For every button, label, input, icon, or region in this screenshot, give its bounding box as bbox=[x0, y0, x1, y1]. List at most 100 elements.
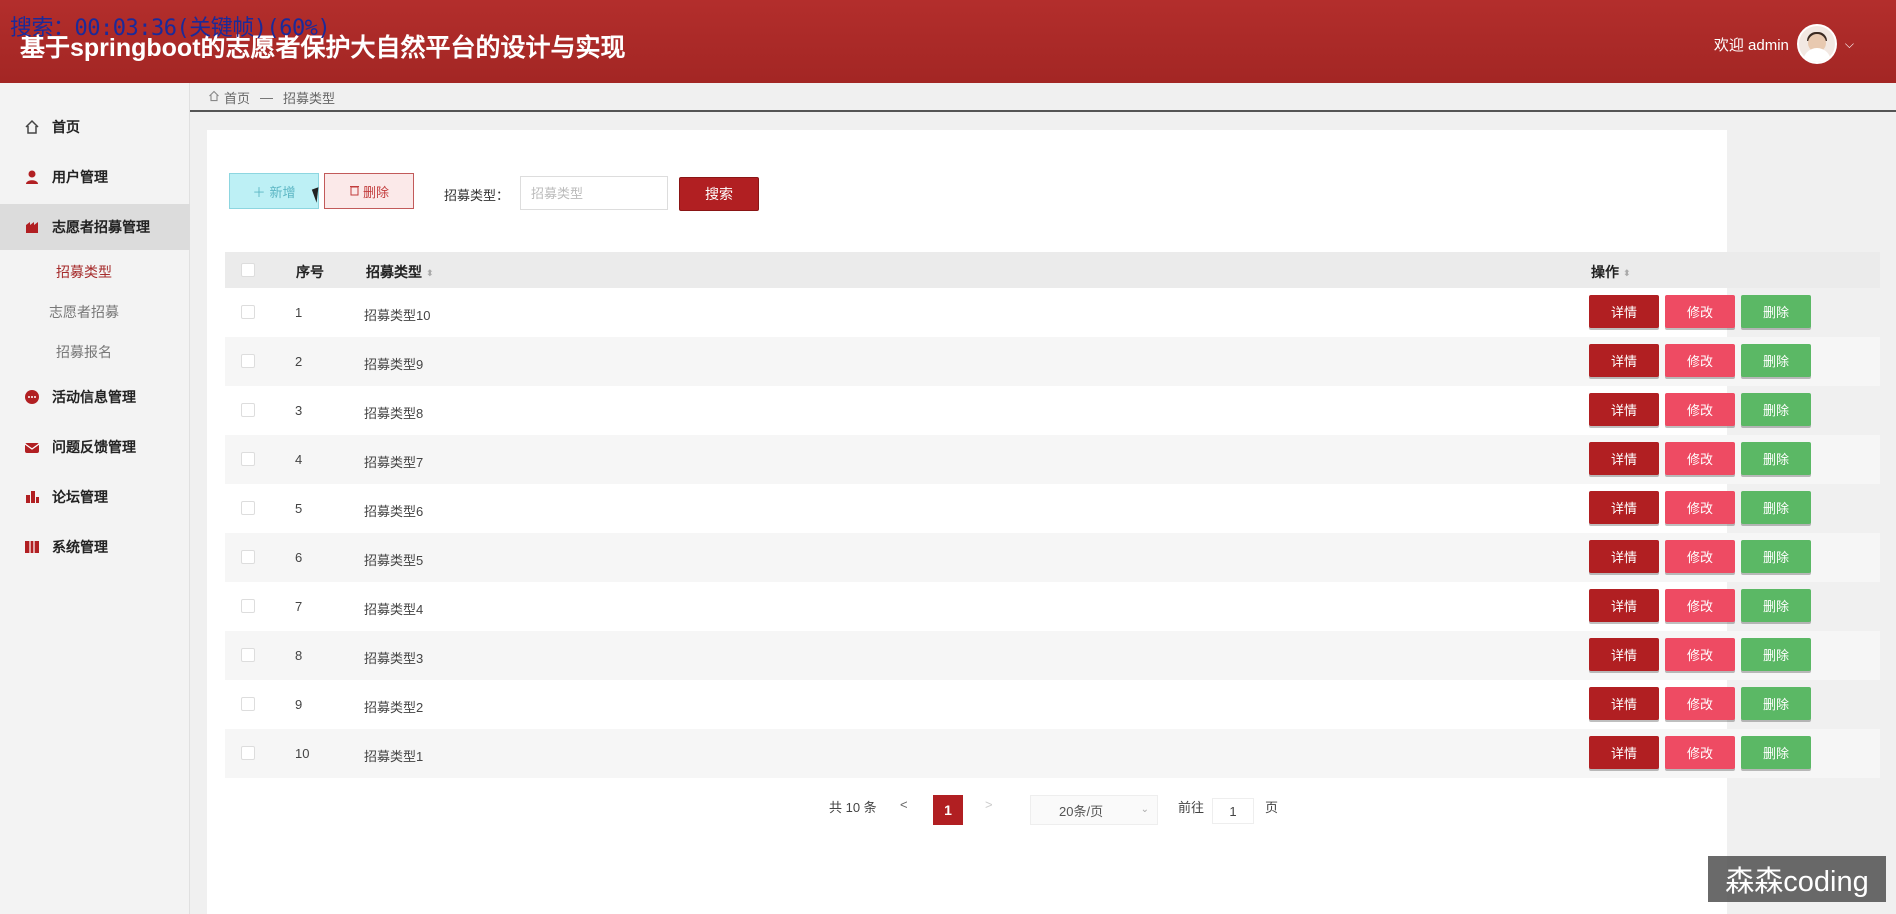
edit-button[interactable]: 修改 bbox=[1665, 736, 1735, 769]
search-input[interactable] bbox=[520, 176, 668, 210]
breadcrumb-home[interactable]: 首页 bbox=[224, 88, 250, 107]
edit-button[interactable]: 修改 bbox=[1665, 393, 1735, 426]
header-type-label: 招募类型 bbox=[366, 264, 422, 280]
detail-button[interactable]: 详情 bbox=[1589, 736, 1659, 769]
trash-icon bbox=[349, 184, 360, 199]
edit-button[interactable]: 修改 bbox=[1665, 540, 1735, 573]
goto-page-input[interactable]: 1 bbox=[1212, 798, 1254, 824]
pagination-total: 共 10 条 bbox=[829, 800, 877, 815]
detail-button[interactable]: 详情 bbox=[1589, 393, 1659, 426]
home-icon[interactable] bbox=[208, 90, 220, 105]
cell-type: 招募类型8 bbox=[364, 406, 424, 421]
feedback-icon bbox=[24, 439, 40, 455]
watermark: 森森coding bbox=[1708, 856, 1886, 902]
edit-button[interactable]: 修改 bbox=[1665, 442, 1735, 475]
delete-button-label: 删除 bbox=[362, 184, 389, 200]
breadcrumb-separator: — bbox=[260, 90, 274, 105]
cell-index: 6 bbox=[295, 550, 303, 565]
avatar[interactable] bbox=[1796, 24, 1837, 64]
edit-button[interactable]: 修改 bbox=[1665, 491, 1735, 524]
home-icon bbox=[24, 119, 40, 135]
row-checkbox[interactable] bbox=[241, 501, 255, 515]
page-number-current[interactable]: 1 bbox=[933, 795, 963, 825]
edit-button[interactable]: 修改 bbox=[1665, 295, 1735, 328]
delete-button[interactable]: 删除 bbox=[1741, 687, 1811, 720]
row-checkbox[interactable] bbox=[241, 648, 255, 662]
sidebar-item-home[interactable]: 首页 bbox=[0, 104, 190, 150]
header-actions-label: 操作 bbox=[1591, 264, 1619, 280]
add-button[interactable]: ＋ 新增 bbox=[229, 173, 319, 209]
sidebar-item-users[interactable]: 用户管理 bbox=[0, 154, 190, 200]
row-checkbox[interactable] bbox=[241, 354, 255, 368]
sidebar-item-activity[interactable]: 活动信息管理 bbox=[0, 374, 190, 420]
row-checkbox[interactable] bbox=[241, 452, 255, 466]
sidebar-item-label: 论坛管理 bbox=[52, 489, 108, 505]
row-checkbox[interactable] bbox=[241, 599, 255, 613]
edit-button[interactable]: 修改 bbox=[1665, 687, 1735, 720]
sidebar-item-label: 用户管理 bbox=[52, 169, 108, 185]
detail-button[interactable]: 详情 bbox=[1589, 295, 1659, 328]
plus-icon: ＋ bbox=[252, 184, 266, 200]
sidebar-item-system[interactable]: 系统管理 bbox=[0, 524, 190, 570]
delete-button[interactable]: 删除 bbox=[1741, 589, 1811, 622]
cell-type: 招募类型3 bbox=[364, 651, 424, 666]
header-type[interactable]: 招募类型 ⬍ bbox=[366, 262, 434, 282]
delete-button[interactable]: 删除 bbox=[1741, 442, 1811, 475]
table-row: 9 招募类型2 详情 修改 删除 bbox=[225, 680, 1880, 729]
delete-button[interactable]: 删除 bbox=[1741, 295, 1811, 328]
row-checkbox[interactable] bbox=[241, 746, 255, 760]
select-all-checkbox[interactable] bbox=[241, 263, 255, 277]
cell-type: 招募类型4 bbox=[364, 602, 424, 617]
user-menu[interactable]: 欢迎 admin ⌵ bbox=[1714, 24, 1854, 64]
cell-type: 招募类型5 bbox=[364, 553, 424, 568]
detail-button[interactable]: 详情 bbox=[1589, 491, 1659, 524]
cell-type: 招募类型6 bbox=[364, 504, 424, 519]
detail-button[interactable]: 详情 bbox=[1589, 442, 1659, 475]
cell-type: 招募类型7 bbox=[364, 455, 424, 470]
delete-button[interactable]: 删除 bbox=[1741, 638, 1811, 671]
submenu-recruit-type[interactable]: 招募类型 bbox=[0, 257, 190, 287]
cell-type: 招募类型9 bbox=[364, 357, 424, 372]
sidebar-item-feedback[interactable]: 问题反馈管理 bbox=[0, 424, 190, 470]
table-row: 10 招募类型1 详情 修改 删除 bbox=[225, 729, 1880, 778]
page-size-select[interactable]: 20条/页 ⌄ bbox=[1030, 795, 1158, 825]
delete-button[interactable]: 删除 bbox=[1741, 540, 1811, 573]
sidebar-item-label: 首页 bbox=[52, 119, 80, 135]
edit-button[interactable]: 修改 bbox=[1665, 638, 1735, 671]
breadcrumb: 首页 — 招募类型 bbox=[208, 88, 335, 107]
table-row: 5 招募类型6 详情 修改 删除 bbox=[225, 484, 1880, 533]
page-size-value: 20条/页 bbox=[1059, 803, 1104, 819]
recruit-icon bbox=[24, 219, 40, 235]
cell-index: 9 bbox=[295, 697, 303, 712]
detail-button[interactable]: 详情 bbox=[1589, 638, 1659, 671]
delete-button[interactable]: 删除 bbox=[1741, 393, 1811, 426]
prev-page-button[interactable]: < bbox=[900, 797, 908, 812]
row-checkbox[interactable] bbox=[241, 550, 255, 564]
submenu-volunteer-recruit[interactable]: 志愿者招募 bbox=[0, 297, 190, 327]
submenu-recruit-signup[interactable]: 招募报名 bbox=[0, 337, 190, 367]
edit-button[interactable]: 修改 bbox=[1665, 344, 1735, 377]
breadcrumb-current: 招募类型 bbox=[283, 91, 336, 106]
sidebar-item-recruit[interactable]: 志愿者招募管理 bbox=[0, 204, 190, 250]
sidebar-item-forum[interactable]: 论坛管理 bbox=[0, 474, 190, 520]
sidebar-item-label: 问题反馈管理 bbox=[52, 439, 136, 455]
sort-icon[interactable]: ⬍ bbox=[426, 268, 434, 279]
batch-delete-button[interactable]: 删除 bbox=[324, 173, 414, 209]
search-button[interactable]: 搜索 bbox=[679, 177, 759, 211]
detail-button[interactable]: 详情 bbox=[1589, 589, 1659, 622]
delete-button[interactable]: 删除 bbox=[1741, 344, 1811, 377]
row-checkbox[interactable] bbox=[241, 697, 255, 711]
detail-button[interactable]: 详情 bbox=[1589, 687, 1659, 720]
row-checkbox[interactable] bbox=[241, 403, 255, 417]
next-page-button[interactable]: > bbox=[985, 797, 993, 812]
row-checkbox[interactable] bbox=[241, 305, 255, 319]
cell-index: 2 bbox=[295, 354, 303, 369]
sidebar-item-label: 活动信息管理 bbox=[52, 389, 136, 405]
detail-button[interactable]: 详情 bbox=[1589, 344, 1659, 377]
chevron-down-icon[interactable]: ⌵ bbox=[1845, 37, 1854, 52]
edit-button[interactable]: 修改 bbox=[1665, 589, 1735, 622]
cell-type: 招募类型1 bbox=[364, 749, 424, 764]
delete-button[interactable]: 删除 bbox=[1741, 736, 1811, 769]
detail-button[interactable]: 详情 bbox=[1589, 540, 1659, 573]
delete-button[interactable]: 删除 bbox=[1741, 491, 1811, 524]
